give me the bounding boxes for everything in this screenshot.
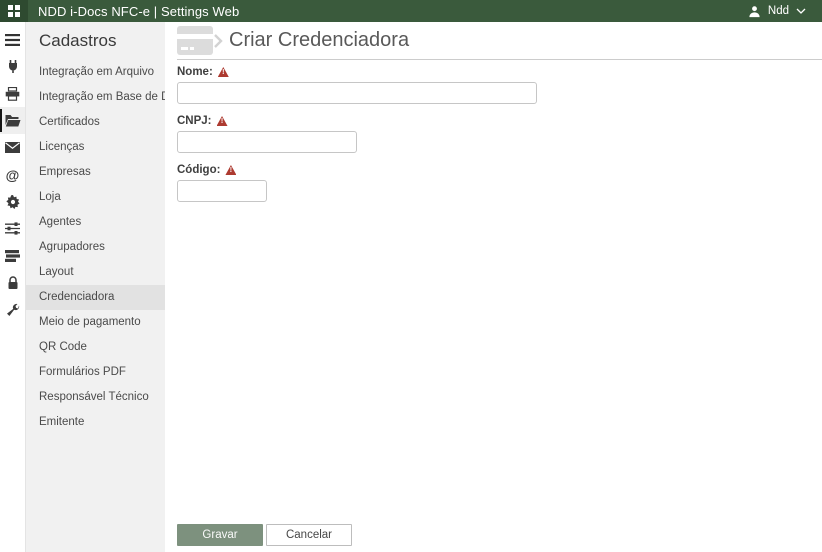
chevron-down-icon — [796, 8, 806, 14]
icon-rail: @ — [0, 22, 26, 552]
menu-item-qr-code[interactable]: QR Code — [26, 335, 165, 360]
required-warning-icon: ! — [217, 67, 229, 77]
app-title: NDD i-Docs NFC-e | Settings Web — [38, 3, 240, 19]
menu-item-integracao-arquivo[interactable]: Integração em Arquivo — [26, 60, 165, 85]
menu-item-integracao-base-dados[interactable]: Integração em Base de Dados — [26, 85, 165, 110]
wrench-icon[interactable] — [0, 296, 25, 323]
menu-item-credenciadora[interactable]: Credenciadora — [26, 285, 165, 310]
top-bar: NDD i-Docs NFC-e | Settings Web Ndd — [0, 0, 822, 22]
form-actions: Gravar Cancelar — [177, 524, 822, 552]
menu-item-empresas[interactable]: Empresas — [26, 160, 165, 185]
cnpj-label: CNPJ: ! — [177, 115, 822, 127]
content-area: Criar Credenciadora Nome: ! CNPJ: ! Códi… — [165, 22, 822, 552]
user-label: Ndd — [767, 5, 789, 17]
lock-icon[interactable] — [0, 269, 25, 296]
sidebar-menu: Cadastros Integração em Arquivo Integraç… — [26, 22, 165, 552]
at-sign-icon[interactable]: @ — [0, 161, 25, 188]
main-area: @ Cadastros Integração em Arquivo Integr… — [0, 22, 822, 552]
menu-item-responsavel-tecnico[interactable]: Responsável Técnico — [26, 385, 165, 410]
page-header: Criar Credenciadora — [177, 22, 822, 60]
codigo-input[interactable] — [177, 180, 267, 202]
menu-item-emitente[interactable]: Emitente — [26, 410, 165, 435]
credenciadora-form: Nome: ! CNPJ: ! Código: ! — [177, 60, 822, 213]
menu-item-agentes[interactable]: Agentes — [26, 210, 165, 235]
envelope-icon[interactable] — [0, 134, 25, 161]
nome-input[interactable] — [177, 82, 537, 104]
save-button[interactable]: Gravar — [177, 524, 263, 546]
folder-open-icon[interactable] — [0, 107, 25, 134]
user-menu[interactable]: Ndd — [748, 5, 806, 18]
menu-hamburger-icon[interactable] — [0, 26, 25, 53]
menu-item-meio-de-pagamento[interactable]: Meio de pagamento — [26, 310, 165, 335]
cnpj-input[interactable] — [177, 131, 357, 153]
printer-icon[interactable] — [0, 80, 25, 107]
menu-item-certificados[interactable]: Certificados — [26, 110, 165, 135]
user-icon — [749, 5, 760, 17]
server-list-icon[interactable] — [0, 242, 25, 269]
gear-icon[interactable] — [0, 188, 25, 215]
menu-item-layout[interactable]: Layout — [26, 260, 165, 285]
menu-item-licencas[interactable]: Licenças — [26, 135, 165, 160]
required-warning-icon: ! — [216, 116, 228, 126]
nome-label: Nome: ! — [177, 66, 822, 78]
apps-grid-icon[interactable] — [0, 0, 28, 22]
sliders-icon[interactable] — [0, 215, 25, 242]
cancel-button[interactable]: Cancelar — [266, 524, 352, 546]
codigo-label: Código: ! — [177, 164, 822, 176]
required-warning-icon: ! — [225, 165, 237, 175]
menu-item-loja[interactable]: Loja — [26, 185, 165, 210]
menu-item-agrupadores[interactable]: Agrupadores — [26, 235, 165, 260]
page-title: Criar Credenciadora — [229, 29, 410, 51]
menu-header: Cadastros — [39, 31, 117, 50]
codigo-field-group: Código: ! — [177, 164, 822, 202]
menu-item-formularios-pdf[interactable]: Formulários PDF — [26, 360, 165, 385]
credit-card-icon — [177, 25, 223, 55]
cnpj-field-group: CNPJ: ! — [177, 115, 822, 153]
nome-field-group: Nome: ! — [177, 66, 822, 104]
plug-icon[interactable] — [0, 53, 25, 80]
